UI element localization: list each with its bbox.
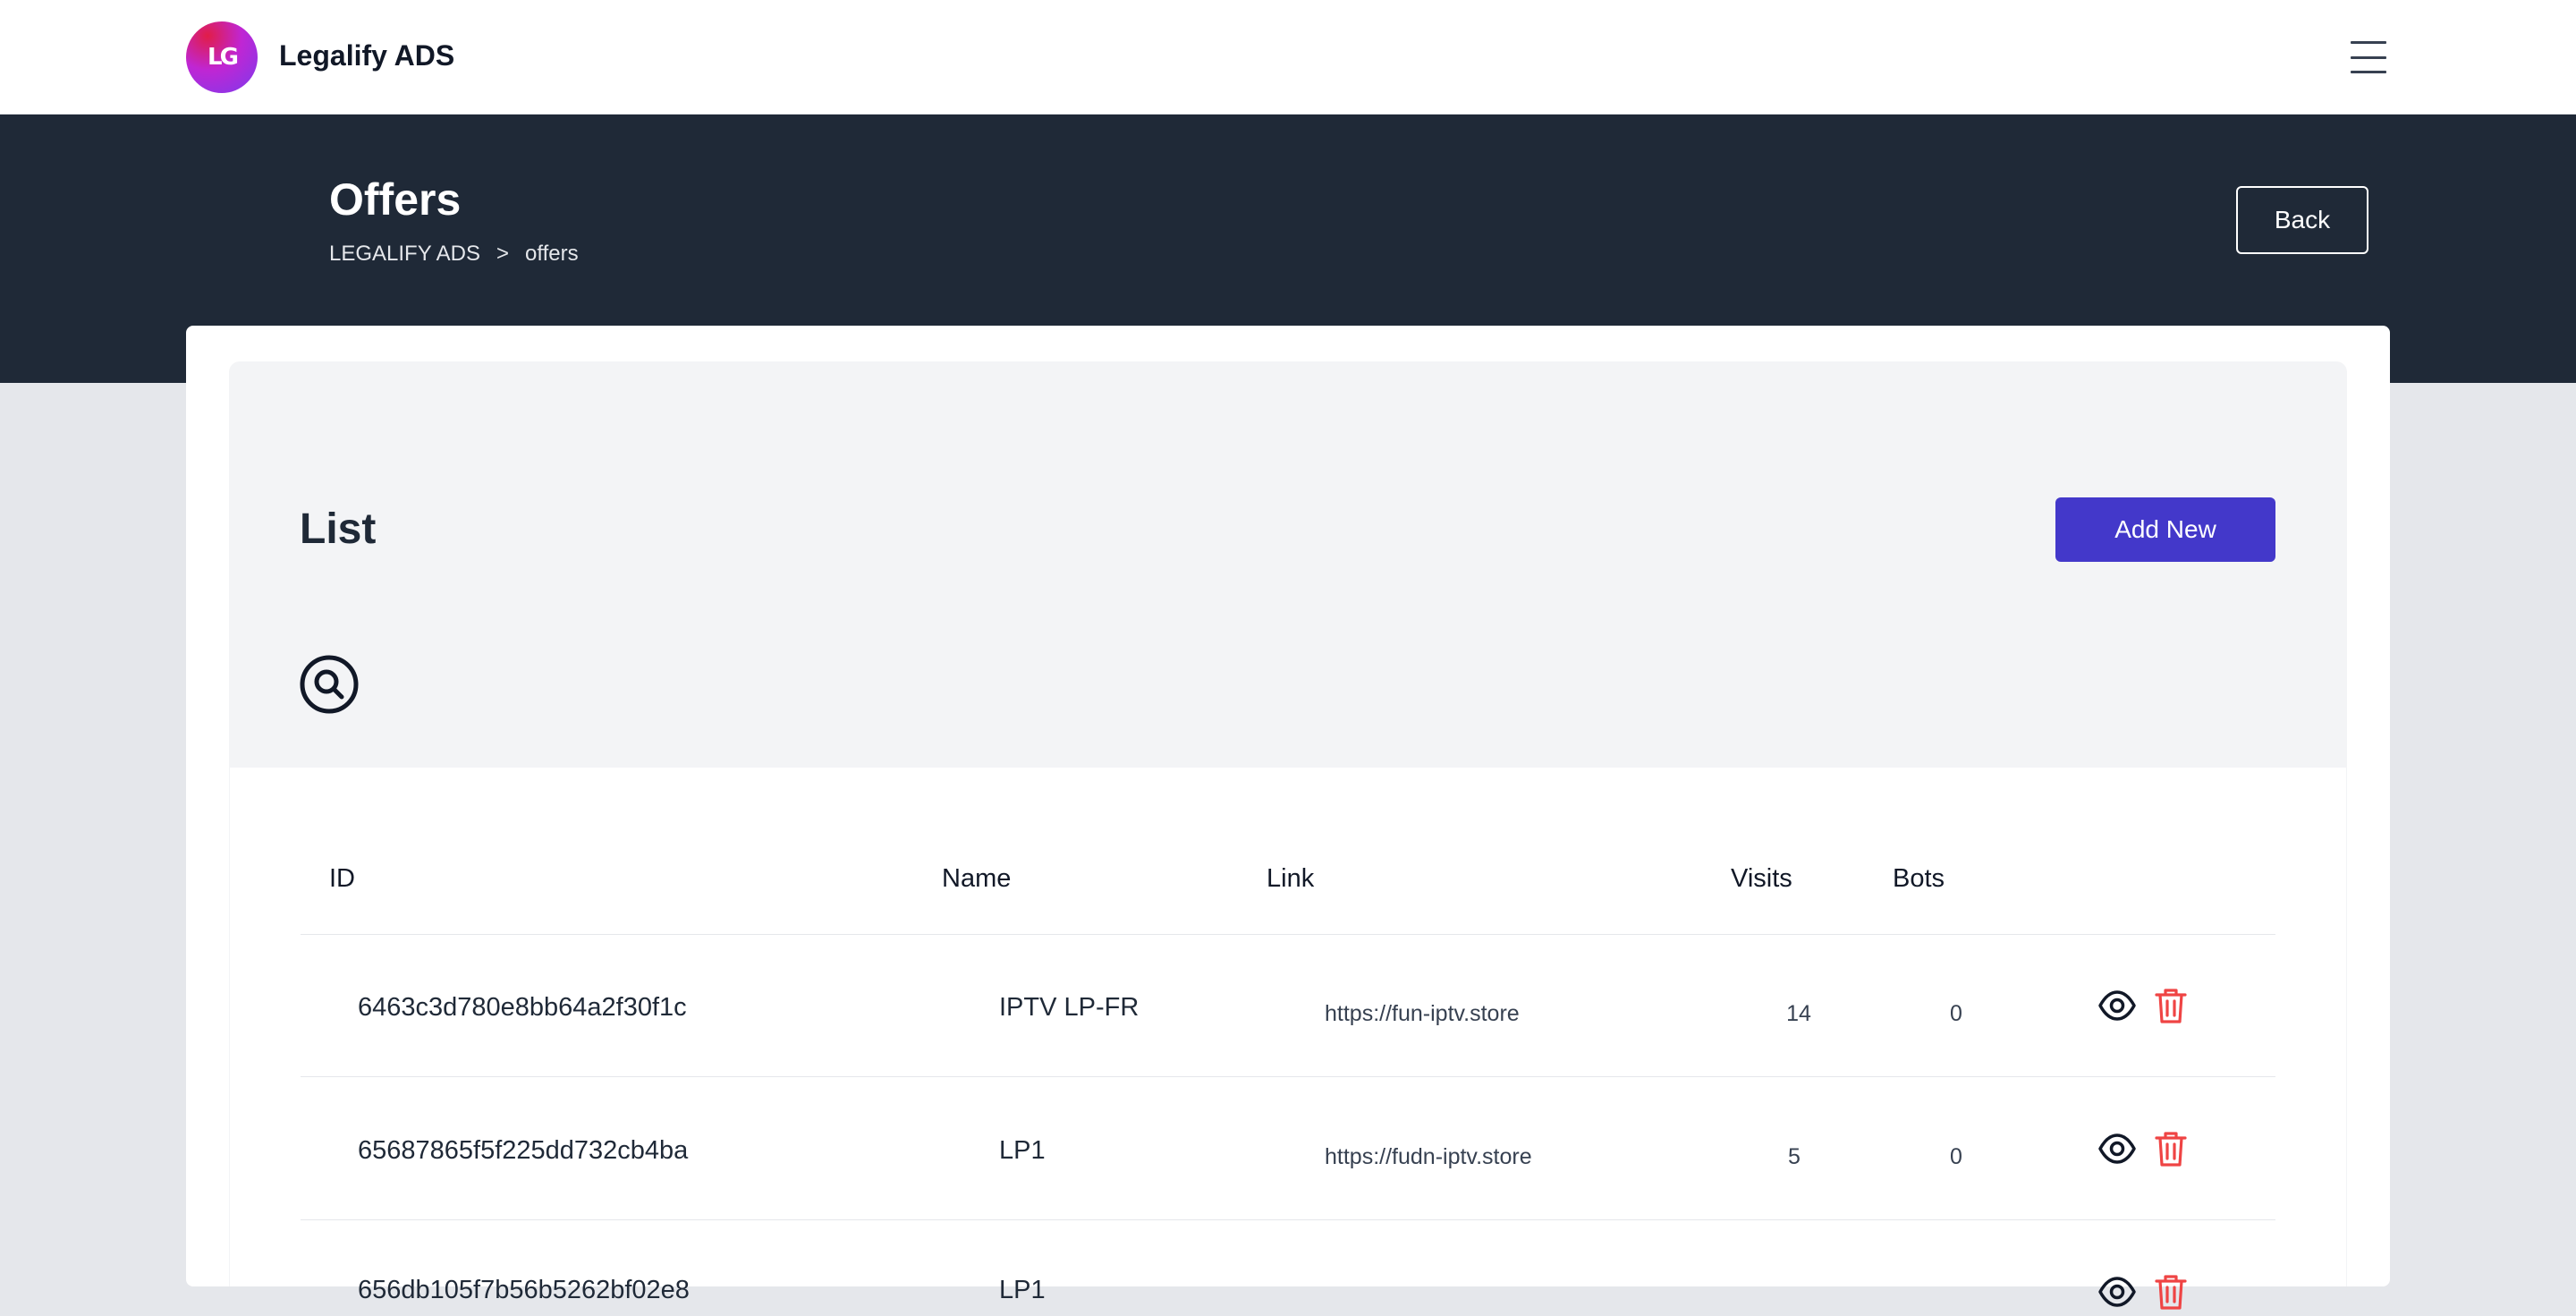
column-header-bots[interactable]: Bots bbox=[1893, 864, 1945, 894]
column-header-visits[interactable]: Visits bbox=[1731, 864, 1792, 894]
row-divider bbox=[301, 934, 2275, 935]
column-header-id[interactable]: ID bbox=[329, 864, 355, 894]
row-divider bbox=[301, 1219, 2275, 1220]
brand-name[interactable]: Legalify ADS bbox=[279, 39, 454, 72]
eye-icon[interactable] bbox=[2097, 1272, 2137, 1312]
row-bots: 0 bbox=[1950, 1144, 1962, 1169]
eye-icon[interactable] bbox=[2097, 1129, 2137, 1168]
row-id: 6463c3d780e8bb64a2f30f1c bbox=[358, 993, 687, 1022]
logo[interactable]: LG bbox=[186, 21, 258, 93]
page-title: Offers bbox=[329, 174, 462, 225]
logo-mark: LG bbox=[208, 44, 239, 71]
row-name: LP1 bbox=[999, 1136, 1046, 1165]
eye-icon[interactable] bbox=[2097, 986, 2137, 1025]
hamburger-menu-icon[interactable] bbox=[2351, 41, 2386, 73]
column-header-name[interactable]: Name bbox=[942, 864, 1011, 894]
row-bots: 0 bbox=[1950, 1001, 1962, 1026]
row-link[interactable]: https://fun-iptv.store bbox=[1325, 1001, 1520, 1027]
row-name: IPTV LP-FR bbox=[999, 993, 1140, 1022]
breadcrumb-separator: > bbox=[496, 242, 509, 266]
breadcrumb: LEGALIFY ADS > offers bbox=[329, 242, 579, 267]
offers-table bbox=[229, 768, 2347, 1286]
back-button[interactable]: Back bbox=[2236, 186, 2368, 254]
list-title: List bbox=[300, 505, 377, 553]
row-id: 656db105f7b56b5262bf02e8 bbox=[358, 1276, 690, 1304]
trash-icon[interactable] bbox=[2151, 1272, 2190, 1312]
row-id: 65687865f5f225dd732cb4ba bbox=[358, 1136, 689, 1165]
search-icon[interactable] bbox=[300, 655, 359, 714]
column-header-link[interactable]: Link bbox=[1267, 864, 1314, 894]
row-link[interactable]: https://fudn-iptv.store bbox=[1325, 1144, 1532, 1170]
row-visits: 5 bbox=[1788, 1144, 1801, 1169]
trash-icon[interactable] bbox=[2151, 1129, 2190, 1168]
row-divider bbox=[301, 1076, 2275, 1077]
row-visits: 14 bbox=[1786, 1001, 1811, 1026]
breadcrumb-current: offers bbox=[525, 242, 579, 266]
row-name: LP1 bbox=[999, 1276, 1046, 1304]
breadcrumb-root[interactable]: LEGALIFY ADS bbox=[329, 242, 480, 267]
top-navbar: LG Legalify ADS bbox=[0, 0, 2576, 115]
add-new-button[interactable]: Add New bbox=[2055, 497, 2275, 562]
trash-icon[interactable] bbox=[2151, 986, 2190, 1025]
